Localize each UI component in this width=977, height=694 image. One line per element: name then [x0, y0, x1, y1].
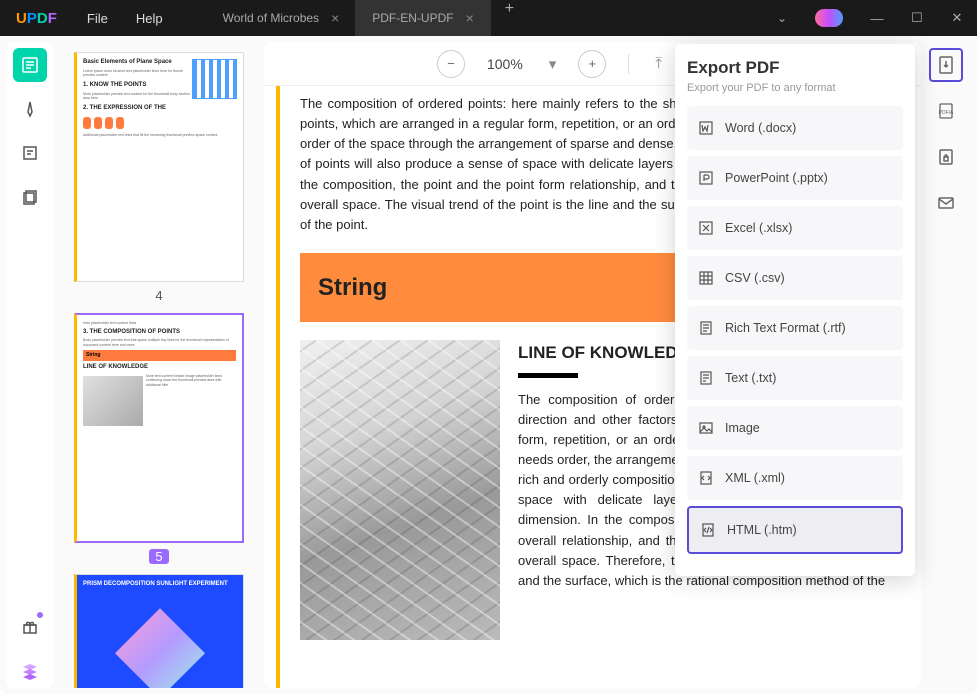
xml-icon — [697, 469, 715, 487]
scroll-top-icon[interactable]: ⤒ — [651, 51, 666, 76]
csv-icon — [697, 269, 715, 287]
export-powerpoint[interactable]: PowerPoint (.pptx) — [687, 156, 903, 200]
svg-text:PDF/A: PDF/A — [939, 110, 954, 116]
page-number: 5 — [149, 549, 169, 564]
protect-icon[interactable] — [929, 140, 963, 174]
rtf-icon — [697, 319, 715, 337]
export-rtf[interactable]: Rich Text Format (.rtf) — [687, 306, 903, 350]
tab-pdf-en-updf[interactable]: PDF-EN-UPDF × — [356, 0, 491, 36]
export-word[interactable]: Word (.docx) — [687, 106, 903, 150]
export-xml[interactable]: XML (.xml) — [687, 456, 903, 500]
minimize-button[interactable]: — — [857, 0, 897, 36]
menu-file[interactable]: File — [73, 11, 122, 26]
app-logo: UPDF — [0, 10, 73, 27]
export-text[interactable]: Text (.txt) — [687, 356, 903, 400]
tab-label: PDF-EN-UPDF — [372, 11, 453, 25]
image-icon — [697, 419, 715, 437]
page-number: 4 — [74, 288, 244, 303]
excel-icon — [697, 219, 715, 237]
word-icon — [697, 119, 715, 137]
edit-tool-icon[interactable] — [13, 136, 47, 170]
layers-icon[interactable] — [13, 654, 47, 688]
text-icon — [697, 369, 715, 387]
zoom-level: 100% — [487, 56, 523, 72]
export-excel[interactable]: Excel (.xlsx) — [687, 206, 903, 250]
doc-image — [300, 340, 500, 640]
thumbnail-page-5[interactable]: Intro placeholder text content lines 3. … — [74, 313, 244, 543]
html-icon — [699, 521, 717, 539]
export-csv[interactable]: CSV (.csv) — [687, 256, 903, 300]
brand-badge-icon — [815, 9, 843, 27]
window-controls: ⌄ — ☐ ✕ — [763, 0, 977, 36]
zoom-in-button[interactable]: + — [578, 50, 606, 78]
export-subtitle: Export your PDF to any format — [687, 82, 903, 94]
share-mail-icon[interactable] — [929, 186, 963, 220]
menu-help[interactable]: Help — [122, 11, 177, 26]
thumbnail-panel: Basic Elements of Plane Space Lorem ipsu… — [54, 42, 264, 688]
export-html[interactable]: HTML (.htm) — [687, 506, 903, 554]
close-icon[interactable]: × — [331, 10, 339, 26]
export-title: Export PDF — [687, 58, 903, 78]
export-image[interactable]: Image — [687, 406, 903, 450]
window-dropdown-icon[interactable]: ⌄ — [763, 11, 801, 25]
document-tabs: World of Microbes × PDF-EN-UPDF × + — [207, 0, 529, 36]
new-tab-button[interactable]: + — [491, 0, 528, 36]
close-icon[interactable]: × — [466, 10, 474, 26]
gift-icon[interactable] — [13, 610, 47, 644]
zoom-out-button[interactable]: − — [437, 50, 465, 78]
zoom-dropdown-icon[interactable]: ▾ — [545, 51, 561, 77]
title-bar: UPDF File Help World of Microbes × PDF-E… — [0, 0, 977, 36]
right-tool-rail: PDF/A — [921, 42, 971, 688]
comment-tool-icon[interactable] — [13, 92, 47, 126]
export-pdf-icon[interactable] — [929, 48, 963, 82]
close-button[interactable]: ✕ — [937, 0, 977, 36]
tab-world-of-microbes[interactable]: World of Microbes × — [207, 0, 357, 36]
thumbnail-page-4[interactable]: Basic Elements of Plane Space Lorem ipsu… — [74, 52, 244, 282]
convert-pdfa-icon[interactable]: PDF/A — [929, 94, 963, 128]
thumbnail-page-6[interactable]: PRISM DECOMPOSITION SUNLIGHT EXPERIMENT — [74, 574, 244, 688]
page-tool-icon[interactable] — [13, 180, 47, 214]
tab-label: World of Microbes — [223, 11, 319, 25]
left-tool-rail — [6, 42, 54, 688]
reader-mode-icon[interactable] — [13, 48, 47, 82]
powerpoint-icon — [697, 169, 715, 187]
maximize-button[interactable]: ☐ — [897, 0, 937, 36]
export-pdf-panel: Export PDF Export your PDF to any format… — [675, 44, 915, 576]
